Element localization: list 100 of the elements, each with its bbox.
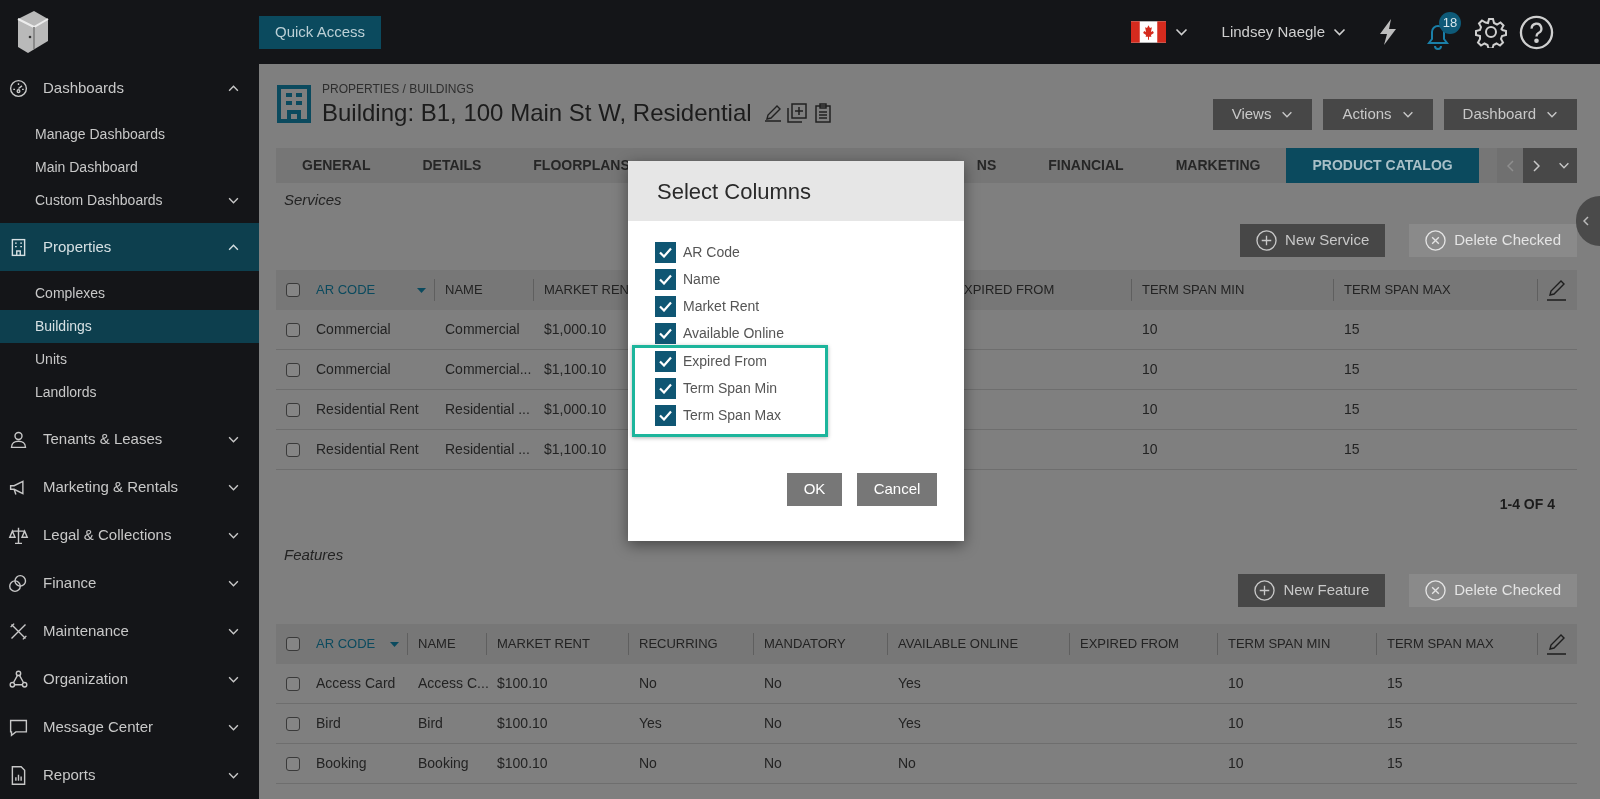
ok-button[interactable]: OK bbox=[787, 473, 842, 506]
column-header[interactable]: TERM SPAN MIN bbox=[1131, 279, 1333, 301]
table-cell: 10 bbox=[1228, 675, 1244, 691]
sidebar-subitem[interactable]: Custom Dashboards bbox=[0, 184, 259, 217]
chevron-down-icon bbox=[228, 771, 239, 779]
table-cell: 10 bbox=[1142, 361, 1158, 377]
tab[interactable]: NS bbox=[950, 148, 1023, 183]
checkbox[interactable] bbox=[655, 378, 676, 399]
checkbox[interactable] bbox=[286, 322, 300, 337]
tab[interactable]: FLOORPLANS bbox=[507, 148, 656, 183]
column-header[interactable]: TERM SPAN MIN bbox=[1217, 633, 1376, 655]
coins-icon bbox=[8, 572, 29, 594]
chevron-down-icon bbox=[228, 197, 239, 204]
checkbox[interactable] bbox=[655, 269, 676, 290]
section-title: Features bbox=[283, 544, 344, 565]
checkbox[interactable] bbox=[286, 402, 300, 417]
column-header[interactable]: TERM SPAN MAX bbox=[1333, 279, 1537, 301]
network-icon bbox=[8, 668, 29, 690]
sidebar-subitem[interactable]: Complexes bbox=[0, 277, 259, 310]
sidebar-item[interactable]: Reports bbox=[0, 751, 259, 799]
checkbox[interactable] bbox=[286, 637, 300, 651]
check-icon bbox=[659, 410, 672, 421]
checkbox[interactable] bbox=[286, 756, 300, 771]
checkbox[interactable] bbox=[655, 323, 676, 344]
table-cell: Booking bbox=[316, 755, 367, 771]
caret-icon bbox=[1546, 111, 1558, 118]
table-cell: No bbox=[764, 755, 782, 771]
chevron-down-icon bbox=[1174, 28, 1188, 36]
checkbox[interactable] bbox=[286, 283, 300, 297]
checkbox[interactable] bbox=[286, 716, 300, 731]
table-cell: Commercial bbox=[316, 321, 391, 337]
column-header[interactable]: RECURRING bbox=[628, 633, 753, 655]
column-header[interactable]: MANDATORY bbox=[753, 633, 887, 655]
column-header[interactable]: NAME bbox=[434, 279, 533, 301]
sidebar-item[interactable]: Legal & Collections bbox=[0, 511, 259, 559]
settings-icon[interactable] bbox=[1475, 16, 1507, 48]
sidebar-item[interactable]: Organization bbox=[0, 655, 259, 703]
help-icon[interactable] bbox=[1519, 14, 1554, 50]
lightning-icon[interactable] bbox=[1378, 18, 1398, 46]
tab[interactable]: DETAILS bbox=[396, 148, 508, 183]
logo-icon[interactable] bbox=[16, 9, 50, 55]
checkbox[interactable] bbox=[655, 405, 676, 426]
menu-dropdown[interactable]: Dashboard bbox=[1443, 99, 1577, 130]
column-header[interactable]: TERM SPAN MAX bbox=[1376, 633, 1537, 655]
sort-caret-icon bbox=[390, 641, 399, 647]
column-header[interactable]: AVAILABLE ONLINE bbox=[887, 633, 1069, 655]
sidebar-subitem[interactable]: Units bbox=[0, 343, 259, 376]
table-cell: 15 bbox=[1387, 675, 1403, 691]
column-header[interactable]: NAME bbox=[407, 633, 486, 655]
chevron-down-icon bbox=[228, 435, 239, 443]
checkbox[interactable] bbox=[286, 676, 300, 691]
sidebar-item[interactable]: Dashboards bbox=[0, 64, 259, 112]
next-tab-button[interactable] bbox=[1523, 148, 1550, 183]
sidebar-item[interactable]: Properties bbox=[0, 223, 259, 271]
sidebar-subitem[interactable]: Manage Dashboards bbox=[0, 118, 259, 151]
check-icon bbox=[659, 328, 672, 339]
tab[interactable]: MARKETING bbox=[1149, 148, 1287, 183]
chevron-down-icon bbox=[228, 627, 239, 635]
sort-caret-icon bbox=[417, 287, 426, 293]
table-cell: Commercial bbox=[445, 321, 520, 337]
sidebar-item[interactable]: Tenants & Leases bbox=[0, 415, 259, 463]
new-button[interactable]: New Feature bbox=[1238, 574, 1386, 607]
edit-icon[interactable] bbox=[1546, 633, 1567, 655]
tab[interactable]: FINANCIAL bbox=[1022, 148, 1150, 183]
checkbox[interactable] bbox=[286, 442, 300, 457]
cancel-button[interactable]: Cancel bbox=[857, 473, 937, 506]
sidebar-item[interactable]: Maintenance bbox=[0, 607, 259, 655]
dialog-title: Select Columns bbox=[657, 177, 812, 206]
check-icon bbox=[659, 383, 672, 394]
sidebar-item[interactable]: Finance bbox=[0, 559, 259, 607]
column-header[interactable]: EXPIRED FROM bbox=[1069, 633, 1217, 655]
checkbox[interactable] bbox=[655, 351, 676, 372]
checkbox[interactable] bbox=[655, 296, 676, 317]
edit-icon[interactable] bbox=[1546, 279, 1567, 301]
user-name[interactable]: Lindsey Naegle bbox=[1221, 20, 1325, 44]
sidebar-subitem[interactable]: Buildings bbox=[0, 310, 259, 343]
checkbox[interactable] bbox=[655, 242, 676, 263]
sidebar-subitem[interactable]: Landlords bbox=[0, 376, 259, 409]
checkbox[interactable] bbox=[286, 362, 300, 377]
menu-dropdown[interactable]: Views bbox=[1212, 99, 1313, 130]
sidebar-item[interactable]: Message Center bbox=[0, 703, 259, 751]
sidebar-item[interactable]: Marketing & Rentals bbox=[0, 463, 259, 511]
clipboard-icon[interactable] bbox=[814, 103, 831, 123]
flag-icon[interactable] bbox=[1130, 21, 1166, 43]
chevron-down-icon bbox=[228, 579, 239, 587]
pencil-icon[interactable] bbox=[763, 104, 782, 122]
column-header[interactable]: XPIRED FROM bbox=[964, 279, 1131, 301]
chevron-up-icon bbox=[228, 84, 239, 92]
table-cell: Booking bbox=[418, 755, 469, 771]
table-cell: $100.10 bbox=[497, 675, 548, 691]
table-cell: 15 bbox=[1344, 321, 1360, 337]
column-header[interactable]: MARKET RENT bbox=[486, 633, 628, 655]
add-copy-icon[interactable] bbox=[786, 103, 807, 123]
tab[interactable]: PRODUCT CATALOG bbox=[1286, 148, 1479, 183]
sidebar-subitem[interactable]: Main Dashboard bbox=[0, 151, 259, 184]
quick-access-button[interactable]: Quick Access bbox=[259, 15, 382, 49]
table-cell: $100.10 bbox=[497, 755, 548, 771]
new-button[interactable]: New Service bbox=[1240, 224, 1386, 257]
tab[interactable]: GENERAL bbox=[276, 148, 397, 183]
menu-dropdown[interactable]: Actions bbox=[1323, 99, 1433, 130]
